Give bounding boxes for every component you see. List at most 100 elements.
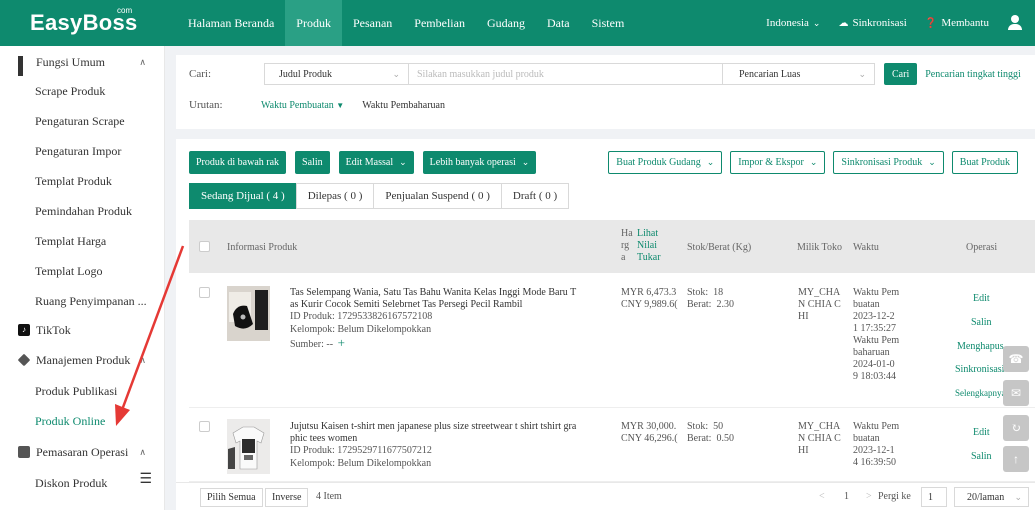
sidebar-item-product-move[interactable]: Pemindahan Produk (0, 196, 164, 226)
nav-gudang[interactable]: Gudang (476, 0, 536, 46)
feedback-icon[interactable]: ✉ (1003, 380, 1029, 406)
sidebar-group-general[interactable]: Fungsi Umum ∧ (0, 48, 164, 76)
item-count: 4 Item (316, 491, 342, 502)
op-edit[interactable]: Edit (973, 427, 990, 439)
op-copy[interactable]: Salin (971, 451, 992, 463)
chevron-down-icon: ⌄ (521, 157, 530, 167)
sort-label: Urutan: (189, 99, 223, 111)
col-shop: Milik Toko (797, 242, 842, 253)
logo[interactable]: EasyBoss com (0, 0, 177, 46)
sort-updated[interactable]: Waktu Pembaharuan (362, 100, 445, 111)
help-label: Membantu (941, 17, 989, 29)
time-line: Waktu Pem (853, 287, 900, 298)
op-copy[interactable]: Salin (971, 317, 992, 329)
id-label: ID Produk: (290, 445, 335, 456)
product-thumbnail[interactable] (227, 286, 270, 341)
col-stock: Stok/Berat (Kg) (687, 242, 752, 253)
sidebar-item-product-template[interactable]: Templat Produk (0, 166, 164, 196)
per-page-select[interactable]: 20/laman ⌄ (954, 487, 1029, 507)
sidebar-item-price-template[interactable]: Templat Harga (0, 226, 164, 256)
headset-icon[interactable]: ☎ (1003, 346, 1029, 372)
search-mode-select[interactable]: Pencarian Luas ⌄ (723, 63, 875, 85)
product-title[interactable]: Tas Selempang Wania, Satu Tas Bahu Wanit… (290, 287, 595, 311)
tab-on-sale[interactable]: Sedang Dijual ( 4 ) (189, 183, 297, 209)
nav-sistem[interactable]: Sistem (581, 0, 636, 46)
grid-icon (18, 56, 30, 76)
product-group: Kelompok: Belum Dikelompokkan (290, 458, 431, 470)
next-page-icon[interactable]: > (866, 491, 872, 502)
more-ops-button[interactable]: Lebih banyak operasi ⌄ (422, 151, 537, 174)
sort-created[interactable]: Waktu Pembuatan ▼ (261, 100, 344, 111)
time-line: buatan (853, 299, 880, 310)
sidebar: Fungsi Umum ∧ Scrape Produk Pengaturan S… (0, 46, 165, 510)
sync-product-button[interactable]: Sinkronisasi Produk ⌄ (833, 151, 944, 174)
row-checkbox[interactable] (199, 421, 210, 432)
search-button[interactable]: Cari (884, 63, 918, 85)
prev-page-icon[interactable]: < (819, 491, 825, 502)
inverse-button[interactable]: Inverse (265, 488, 309, 507)
select-all-checkbox[interactable] (199, 241, 210, 252)
sidebar-item-scrape-settings[interactable]: Pengaturan Scrape (0, 106, 164, 136)
sidebar-group-marketing[interactable]: Pemasaran Operasi ∧ (0, 436, 164, 468)
current-page[interactable]: 1 (844, 491, 849, 502)
nav-pembelian[interactable]: Pembelian (403, 0, 476, 46)
row-checkbox[interactable] (199, 287, 210, 298)
advanced-search-link[interactable]: Pencarian tingkat tinggi (925, 69, 1021, 80)
select-all-button[interactable]: Pilih Semua (200, 488, 263, 507)
source-label: Sumber: (290, 339, 324, 350)
time-line: 1 17:35:27 (853, 323, 897, 334)
tab-released[interactable]: Dilepas ( 0 ) (295, 183, 375, 209)
batch-edit-button[interactable]: Edit Massal ⌄ (338, 151, 414, 174)
id-value: 1729529711677507212 (337, 445, 432, 456)
goto-input[interactable]: 1 (921, 487, 947, 507)
col-price-line: rg (621, 240, 630, 251)
refresh-icon[interactable]: ↻ (1003, 415, 1029, 441)
user-icon[interactable] (1007, 15, 1023, 31)
plus-icon[interactable]: + (338, 335, 345, 350)
search-field-select[interactable]: Judul Produk ⌄ (264, 63, 409, 85)
search-row: Cari: Judul Produk ⌄ Silakan masukkan ju… (189, 62, 1021, 86)
import-export-button[interactable]: Impor & Ekspor ⌄ (730, 151, 826, 174)
chevron-down-icon: ⌄ (809, 157, 818, 167)
create-product-button[interactable]: Buat Produk (951, 151, 1019, 174)
help-button[interactable]: ❓ Membantu (925, 17, 989, 29)
tab-suspended[interactable]: Penjualan Suspend ( 0 ) (373, 183, 502, 209)
nav-pesanan[interactable]: Pesanan (342, 0, 403, 46)
back-to-top-icon[interactable]: ↑ (1003, 446, 1029, 472)
search-input[interactable]: Silakan masukkan judul produk (409, 63, 723, 85)
sidebar-item-published[interactable]: Produk Publikasi (0, 376, 164, 406)
nav-data[interactable]: Data (536, 0, 581, 46)
table-footer: Pilih Semua Inverse 4 Item < 1 > Pergi k… (176, 482, 1035, 510)
import-export-label: Impor & Ekspor (738, 157, 804, 168)
sidebar-group-tiktok[interactable]: ♪ TikTok (0, 316, 164, 344)
region-selector[interactable]: Indonesia ⌄ (766, 17, 820, 29)
nav-produk[interactable]: Produk (285, 0, 342, 46)
menu-collapse-icon[interactable]: ☰ (139, 471, 152, 488)
product-thumbnail[interactable] (227, 419, 270, 474)
sidebar-item-online[interactable]: Produk Online (0, 406, 164, 436)
sidebar-item-logo-template[interactable]: Templat Logo (0, 256, 164, 286)
chevron-down-icon: ⌄ (399, 157, 407, 167)
cloud-icon: ☁ (838, 17, 849, 29)
product-source: Sumber: -- + (290, 335, 345, 351)
unlist-button[interactable]: Produk di bawah rak (189, 151, 287, 174)
op-edit[interactable]: Edit (973, 293, 990, 305)
sidebar-item-scrape[interactable]: Scrape Produk (0, 76, 164, 106)
nav-home[interactable]: Halaman Beranda (177, 0, 285, 46)
sidebar-item-storage[interactable]: Ruang Penyimpanan ... (0, 286, 164, 316)
source-value: -- (326, 339, 334, 350)
sidebar-group-product[interactable]: Manajemen Produk ∧ (0, 344, 164, 376)
search-field-value: Judul Produk (279, 68, 333, 80)
tab-draft[interactable]: Draft ( 0 ) (500, 183, 570, 209)
warehouse-product-button[interactable]: Buat Produk Gudang ⌄ (608, 151, 723, 174)
tiktok-icon: ♪ (18, 324, 30, 336)
col-exchange-rate[interactable]: Lihat Nilai Tukar (637, 228, 661, 264)
op-delete[interactable]: Menghapus (957, 341, 1004, 353)
op-sync[interactable]: Sinkronisasi (955, 364, 1004, 376)
sync-button[interactable]: ☁ Sinkronisasi (838, 17, 906, 29)
sidebar-item-import-settings[interactable]: Pengaturan Impor (0, 136, 164, 166)
copy-button[interactable]: Salin (295, 151, 330, 174)
op-more[interactable]: Selengkapnya (955, 387, 1005, 399)
product-title[interactable]: Jujutsu Kaisen t-shirt men japanese plus… (290, 421, 595, 445)
caret-down-icon: ▼ (336, 100, 345, 110)
